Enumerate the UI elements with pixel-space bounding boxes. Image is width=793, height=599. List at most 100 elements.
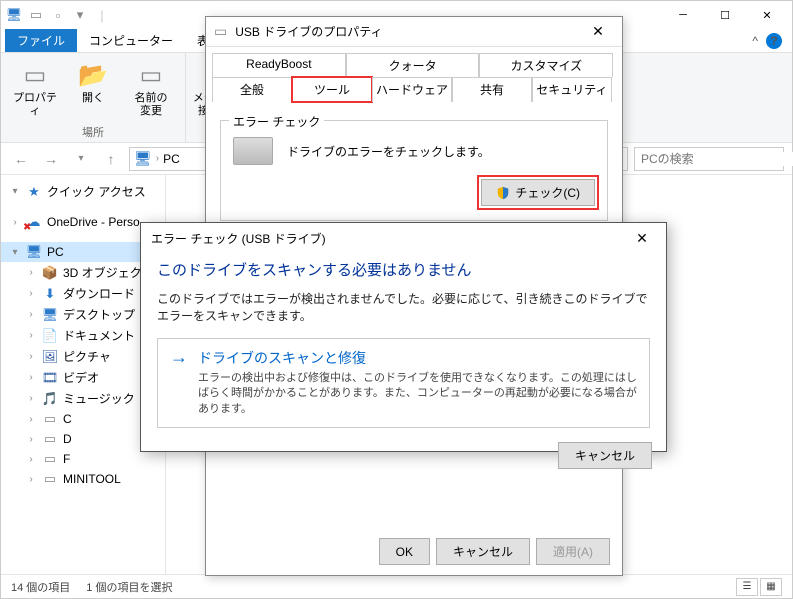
folder-icon: ▭ — [42, 411, 58, 427]
status-item-count: 14 個の項目 — [11, 579, 70, 595]
qat-dropdown-icon[interactable]: ▾ — [71, 6, 89, 24]
error-check-buttons: キャンセル — [141, 434, 666, 479]
pc-label: PC — [47, 245, 64, 259]
expand-icon[interactable]: › — [25, 309, 37, 320]
arrow-right-icon: → — [170, 347, 188, 368]
folder-icon: ▭ — [42, 431, 58, 447]
check-button[interactable]: チェック(C) — [481, 179, 595, 206]
properties-titlebar: ▭ USB ドライブのプロパティ ✕ — [206, 17, 622, 47]
expand-icon[interactable]: › — [9, 217, 21, 228]
expand-icon[interactable]: › — [25, 267, 37, 278]
open-label: 開く — [82, 92, 104, 105]
pc-icon: 🖥 — [134, 150, 152, 167]
scan-and-repair-title: ドライブのスキャンと修復 — [198, 348, 366, 368]
chevron-right-icon: › — [156, 153, 159, 164]
group-label-places: 場所 — [82, 124, 104, 140]
expand-icon[interactable]: › — [25, 454, 37, 465]
apply-button[interactable]: 適用(A) — [536, 538, 610, 565]
status-selected: 1 個の項目を選択 — [86, 579, 172, 595]
tree-item-label: ミュージック — [63, 390, 135, 407]
tab-quota[interactable]: クォータ — [346, 53, 480, 77]
folder-icon: 🎵 — [42, 391, 58, 407]
tree-item-label: F — [63, 452, 70, 466]
search-input[interactable] — [641, 152, 793, 166]
expand-icon[interactable]: › — [25, 288, 37, 299]
address-location: PC — [163, 152, 180, 166]
tree-item-label: C — [63, 412, 72, 426]
error-check-heading: このドライブをスキャンする必要はありません — [157, 259, 650, 280]
drive-icon: ▭ — [27, 6, 45, 24]
tab-tools[interactable]: ツール — [292, 77, 372, 102]
folder-icon: 🎞 — [42, 370, 58, 386]
folder-icon: 📦 — [42, 265, 58, 281]
pc-icon: 🖥 — [5, 6, 23, 24]
close-button[interactable]: ✕ — [746, 1, 788, 29]
up-button[interactable]: ↑ — [99, 147, 123, 171]
tab-general[interactable]: 全般 — [212, 77, 292, 102]
drive-image — [233, 137, 273, 165]
shield-icon — [496, 186, 510, 200]
help-icon[interactable]: ? — [766, 33, 782, 49]
tab-hardware[interactable]: ハードウェア — [372, 77, 452, 102]
expand-icon[interactable]: › — [25, 351, 37, 362]
onedrive-label: OneDrive - Perso — [47, 215, 140, 229]
folder-open-icon: 📂 — [77, 59, 109, 91]
tree-item-label: D — [63, 432, 72, 446]
window-controls: ─ ☐ ✕ — [662, 1, 788, 29]
separator-icon: | — [93, 6, 111, 24]
expand-icon[interactable]: › — [25, 414, 37, 425]
expand-icon[interactable]: › — [25, 434, 37, 445]
error-check-titlebar: エラー チェック (USB ドライブ) ✕ — [141, 223, 666, 253]
folder-icon: 🖥 — [42, 307, 58, 323]
ok-button[interactable]: OK — [379, 538, 430, 565]
tree-item-label: ダウンロード — [63, 285, 135, 302]
collapse-icon[interactable]: ▾ — [9, 247, 21, 258]
minimize-button[interactable]: ─ — [662, 1, 704, 29]
quick-access-label: クイック アクセス — [47, 183, 146, 200]
properties-buttons: OK キャンセル 適用(A) — [379, 538, 610, 565]
icons-view-button[interactable]: ▦ — [760, 578, 782, 596]
properties-icon: ▭ — [19, 59, 51, 91]
close-button[interactable]: ✕ — [628, 227, 656, 249]
ribbon-group-places: ▭ プロパティ 📂 開く ▭ 名前の 変更 場所 — [1, 53, 186, 142]
expand-icon[interactable]: › — [25, 474, 37, 485]
tab-computer[interactable]: コンピューター — [77, 29, 185, 52]
maximize-button[interactable]: ☐ — [704, 1, 746, 29]
open-button[interactable]: 📂 開く — [67, 57, 119, 107]
rename-label: 名前の 変更 — [135, 92, 168, 118]
rename-icon: ▭ — [135, 59, 167, 91]
ribbon-collapse-icon[interactable]: ^ — [752, 34, 758, 48]
folder-icon: 📄 — [42, 328, 58, 344]
close-button[interactable]: ✕ — [582, 20, 614, 44]
error-check-group: エラー チェック ドライブのエラーをチェックします。 チェック(C) — [220, 120, 608, 221]
cancel-button[interactable]: キャンセル — [558, 442, 652, 469]
tab-security[interactable]: セキュリティ — [532, 77, 612, 102]
recent-dropdown-icon[interactable]: ▾ — [69, 147, 93, 171]
expand-icon[interactable]: › — [25, 330, 37, 341]
error-check-dialog: エラー チェック (USB ドライブ) ✕ このドライブをスキャンする必要はあり… — [140, 222, 667, 452]
tree-item-label: ドキュメント — [63, 327, 135, 344]
tab-sharing[interactable]: 共有 — [452, 77, 532, 102]
properties-button[interactable]: ▭ プロパティ — [9, 57, 61, 120]
tree-quick-access[interactable]: ▾ ★ クイック アクセス — [1, 181, 165, 202]
search-box[interactable]: 🔍 — [634, 147, 784, 171]
tab-file[interactable]: ファイル — [5, 29, 77, 52]
tree-item-label: ビデオ — [63, 369, 99, 386]
back-button[interactable]: ← — [9, 147, 33, 171]
tree-item-label: デスクトップ — [63, 306, 135, 323]
folder-icon: ⬇ — [42, 286, 58, 302]
folder-icon: ▭ — [42, 471, 58, 487]
properties-label: プロパティ — [11, 92, 59, 118]
cancel-button[interactable]: キャンセル — [436, 538, 530, 565]
details-view-button[interactable]: ☰ — [736, 578, 758, 596]
check-button-label: チェック(C) — [515, 184, 580, 201]
expand-icon[interactable]: › — [25, 372, 37, 383]
tab-readyboost[interactable]: ReadyBoost — [212, 53, 346, 77]
error-check-title: エラー チェック (USB ドライブ) — [151, 230, 326, 247]
forward-button[interactable]: → — [39, 147, 63, 171]
rename-button[interactable]: ▭ 名前の 変更 — [125, 57, 177, 120]
expand-icon[interactable]: › — [25, 393, 37, 404]
tab-customize[interactable]: カスタマイズ — [479, 53, 613, 77]
collapse-icon[interactable]: ▾ — [9, 186, 21, 197]
scan-and-repair-option[interactable]: → ドライブのスキャンと修復 エラーの検出中および修復中は、このドライブを使用で… — [157, 338, 650, 428]
